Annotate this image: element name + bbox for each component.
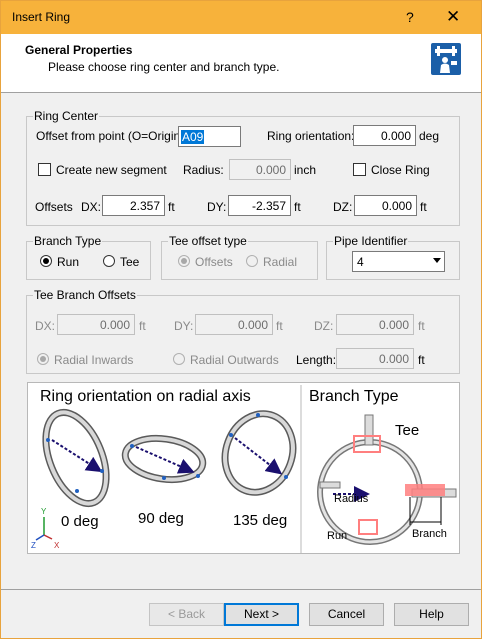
insert-ring-dialog: Insert Ring ? ✕ General Properties Pleas… — [0, 0, 482, 639]
dy-unit: ft — [294, 200, 301, 214]
dz-unit: ft — [420, 200, 427, 214]
tee-dz-label: DZ: — [314, 319, 334, 333]
dy-input[interactable]: -2.357 — [228, 195, 291, 216]
branch-type-title: Branch Type — [309, 388, 399, 405]
tee-radio[interactable] — [103, 255, 115, 267]
label-135-deg: 135 deg — [233, 512, 287, 529]
tee-diagram-label: Tee — [395, 422, 419, 439]
run-radio-label: Run — [57, 255, 80, 269]
dy-label: DY: — [207, 200, 227, 214]
page-title: General Properties — [25, 43, 133, 57]
create-new-segment-label: Create new segment — [56, 163, 167, 177]
title-bar: Insert Ring ? ✕ — [1, 1, 481, 34]
radial-outwards-radio[interactable] — [173, 353, 185, 365]
wizard-header: General Properties Please choose ring ce… — [1, 34, 481, 93]
ring-diagram: Ring orientation on radial axis Branch T… — [27, 382, 460, 554]
cancel-button[interactable]: Cancel — [309, 603, 384, 626]
ring-orientation-label: Ring orientation: — [267, 129, 355, 143]
axis-x-label: X — [54, 541, 60, 550]
window-title: Insert Ring — [12, 10, 71, 24]
tee-dx-unit: ft — [139, 319, 146, 333]
page-subtitle: Please choose ring center and branch typ… — [48, 60, 280, 74]
offsets-radio-label: Offsets — [195, 255, 233, 269]
offsets-radio[interactable] — [178, 255, 190, 267]
chevron-down-icon — [433, 258, 441, 263]
pipe-identifier-legend: Pipe Identifier — [333, 234, 409, 248]
close-ring-checkbox[interactable] — [353, 163, 366, 176]
branch-type-schematic — [317, 414, 457, 545]
label-0-deg: 0 deg — [61, 513, 99, 530]
tee-dz-input: 0.000 — [336, 314, 414, 335]
tee-radio-label: Tee — [120, 255, 140, 269]
radial-outwards-label: Radial Outwards — [190, 353, 279, 367]
ring-135-deg — [221, 410, 297, 496]
dx-label: DX: — [81, 200, 102, 214]
tee-dz-unit: ft — [418, 319, 425, 333]
radius-input: 0.000 — [229, 159, 291, 180]
dx-input[interactable]: 2.357 — [102, 195, 165, 216]
close-ring-label: Close Ring — [371, 163, 430, 177]
branch-diagram-label: Branch — [412, 528, 447, 540]
footer-divider — [1, 589, 481, 590]
ring-90-deg — [121, 434, 207, 484]
close-button[interactable]: ✕ — [446, 7, 460, 27]
tee-dx-input: 0.000 — [57, 314, 135, 335]
axis-triad: Y Z X — [31, 507, 60, 550]
ring-0-deg — [42, 408, 110, 508]
length-label: Length: — [296, 353, 337, 367]
ring-center-legend: Ring Center — [33, 109, 100, 123]
radial-radio-label: Radial — [263, 255, 298, 269]
offset-point-input[interactable]: A09 — [178, 126, 241, 147]
run-radio[interactable] — [40, 255, 52, 267]
offset-from-point-label: Offset from point (O=Origin): — [36, 129, 188, 143]
radius-label: Radius: — [183, 163, 224, 177]
back-button[interactable]: < Back — [149, 603, 224, 626]
create-new-segment-checkbox[interactable] — [38, 163, 51, 176]
ring-diagram-graphic: Ring orientation on radial axis Branch T… — [31, 385, 457, 553]
tee-dy-unit: ft — [276, 319, 283, 333]
tee-dx-label: DX: — [35, 319, 56, 333]
offsets-label: Offsets — [35, 200, 73, 214]
dx-unit: ft — [168, 200, 175, 214]
ring-orientation-input[interactable]: 0.000 — [353, 125, 416, 146]
pipe-identifier-value: 4 — [357, 255, 364, 269]
next-button[interactable]: Next > — [224, 603, 299, 626]
ring-orientation-unit: deg — [419, 129, 440, 143]
axis-y-label: Y — [41, 507, 47, 516]
pipe-identifier-select[interactable]: 4 — [352, 251, 445, 272]
branch-type-legend: Branch Type — [33, 234, 103, 248]
tee-dy-input: 0.000 — [195, 314, 273, 335]
length-unit: ft — [418, 353, 425, 367]
tee-branch-offsets-legend: Tee Branch Offsets — [33, 288, 137, 302]
radial-radio[interactable] — [246, 255, 258, 267]
offset-point-value: A09 — [181, 130, 205, 144]
help-button[interactable]: Help — [394, 603, 469, 626]
length-input: 0.000 — [336, 348, 414, 369]
axis-z-label: Z — [31, 541, 36, 550]
orientation-title: Ring orientation on radial axis — [40, 388, 251, 405]
help-title-button[interactable]: ? — [406, 9, 414, 25]
radial-inwards-label: Radial Inwards — [54, 353, 134, 367]
tee-offset-type-legend: Tee offset type — [168, 234, 248, 248]
pipe-ring-icon — [431, 43, 461, 75]
radial-inwards-radio[interactable] — [37, 353, 49, 365]
radius-unit: inch — [294, 163, 317, 177]
radius-diagram-label: Radius — [334, 493, 369, 505]
run-diagram-label: Run — [327, 530, 347, 542]
dz-label: DZ: — [333, 200, 353, 214]
label-90-deg: 90 deg — [138, 510, 184, 527]
tee-dy-label: DY: — [174, 319, 194, 333]
dz-input[interactable]: 0.000 — [354, 195, 417, 216]
